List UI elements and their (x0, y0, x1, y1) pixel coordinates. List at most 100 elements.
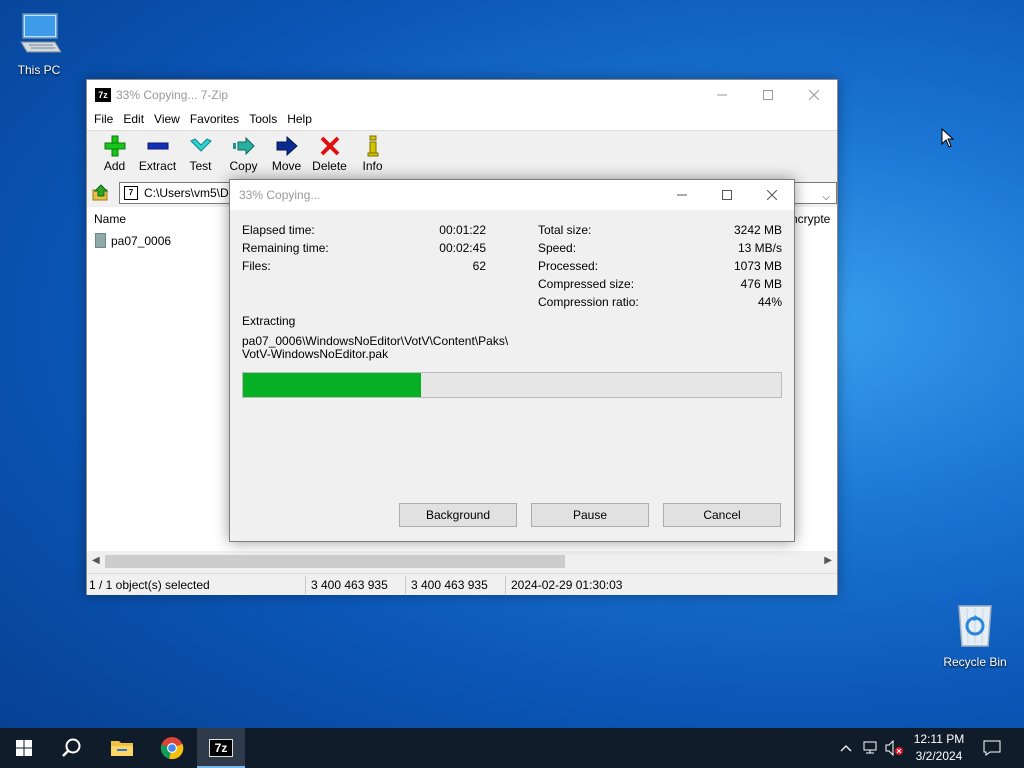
window-title: 33% Copying... 7-Zip (116, 88, 229, 102)
extract-button[interactable]: Extract (136, 131, 179, 177)
dialog-title-bar[interactable]: 33% Copying... (230, 180, 794, 210)
status-separator (305, 576, 306, 594)
add-button[interactable]: Add (93, 131, 136, 177)
chevron-down-icon (189, 138, 212, 152)
elapsed-value: 00:01:22 (439, 223, 486, 237)
maximize-button[interactable] (745, 80, 791, 110)
copy-arrow-icon (232, 136, 255, 156)
menu-file[interactable]: File (89, 110, 118, 130)
tray-show-hidden[interactable] (836, 728, 856, 768)
menu-tools[interactable]: Tools (244, 110, 282, 130)
taskbar-chrome[interactable] (148, 728, 196, 768)
status-separator (405, 576, 406, 594)
test-label: Test (189, 159, 212, 173)
delete-button[interactable]: Delete (308, 131, 351, 177)
scrollbar-thumb[interactable] (105, 555, 565, 568)
move-label: Move (271, 159, 302, 173)
file-icon (95, 233, 106, 248)
network-icon (863, 741, 877, 754)
copy-button[interactable]: Copy (222, 131, 265, 177)
folder-icon (111, 741, 133, 756)
maximize-icon (763, 90, 773, 100)
info-label: Info (362, 159, 383, 173)
tray-network[interactable] (860, 728, 882, 768)
desktop-icon-this-pc[interactable]: This PC (0, 10, 78, 77)
column-name[interactable]: Name (94, 212, 126, 226)
file-name: pa07_0006 (111, 234, 172, 248)
progress-bar (242, 372, 782, 398)
scroll-right-icon[interactable]: ▶ (824, 555, 832, 566)
mouse-cursor-icon (941, 128, 955, 148)
status-modified: 2024-02-29 01:30:03 (511, 578, 623, 592)
processed-value: 1073 MB (733, 259, 782, 273)
compression-ratio-label: Compression ratio: (538, 295, 639, 309)
sevenzip-taskbar-icon: 7z (209, 739, 233, 757)
move-button[interactable]: Move (265, 131, 308, 177)
speed-value: 13 MB/s (737, 241, 782, 255)
dialog-maximize-button[interactable] (704, 180, 749, 210)
horizontal-scrollbar[interactable]: ◀ ▶ (87, 553, 837, 570)
copy-label: Copy (229, 159, 258, 173)
status-packed-size: 3 400 463 935 (411, 578, 488, 592)
files-value: 62 (472, 259, 486, 273)
info-button[interactable]: Info (351, 131, 394, 177)
scroll-left-icon[interactable]: ◀ (92, 555, 100, 566)
compressed-size-value: 476 MB (740, 277, 782, 291)
files-label: Files: (242, 259, 271, 273)
clock-date: 3/2/2024 (915, 749, 963, 763)
address-text: C:\Users\vm5\De (144, 186, 236, 200)
speed-label: Speed: (538, 241, 577, 255)
minimize-icon (717, 94, 727, 96)
notification-icon (983, 740, 1001, 756)
delete-label: Delete (312, 159, 347, 173)
close-button[interactable] (791, 80, 837, 110)
taskbar-file-explorer[interactable] (98, 728, 146, 768)
cancel-button[interactable]: Cancel (663, 503, 781, 527)
chevron-up-icon (840, 745, 852, 752)
info-icon (367, 135, 378, 157)
compression-ratio-value: 44% (757, 295, 782, 309)
elapsed-label: Elapsed time: (242, 223, 315, 237)
dialog-title: 33% Copying... (239, 188, 321, 202)
status-selection: 1 / 1 object(s) selected (89, 578, 210, 592)
delete-x-icon (320, 136, 339, 156)
tray-volume[interactable] (883, 728, 905, 768)
total-size-value: 3242 MB (733, 223, 782, 237)
minimize-button[interactable] (699, 80, 745, 110)
current-path-line1: pa07_0006\WindowsNoEditor\VotV\Content\P… (242, 334, 509, 348)
system-clock[interactable]: 12:11 PM 3/2/2024 (904, 731, 974, 765)
total-size-label: Total size: (538, 223, 592, 237)
search-button[interactable] (48, 728, 96, 768)
maximize-icon (721, 190, 732, 200)
processed-label: Processed: (538, 259, 599, 273)
progress-bar-fill (243, 373, 421, 397)
start-button[interactable] (0, 728, 48, 768)
pause-button[interactable]: Pause (531, 503, 649, 527)
action-label: Extracting (242, 314, 296, 328)
menu-edit[interactable]: Edit (118, 110, 149, 130)
dialog-close-button[interactable] (749, 180, 794, 210)
test-button[interactable]: Test (179, 131, 222, 177)
windows-logo-icon (16, 740, 32, 756)
toolbar: Add Extract Test Copy Move Delete Info (87, 130, 837, 178)
minus-icon (147, 142, 168, 150)
move-arrow-icon (276, 135, 298, 157)
chevron-down-icon[interactable]: ⌵ (822, 188, 830, 203)
title-bar[interactable]: 7z 33% Copying... 7-Zip (87, 80, 837, 110)
menu-help[interactable]: Help (282, 110, 317, 130)
extract-label: Extract (138, 159, 177, 173)
column-encrypted[interactable]: ncrypte (791, 212, 830, 226)
status-size: 3 400 463 935 (311, 578, 388, 592)
compressed-size-label: Compressed size: (538, 277, 635, 291)
menu-view[interactable]: View (149, 110, 185, 130)
sevenzip-app-icon: 7z (95, 88, 111, 102)
folder-up-icon[interactable] (92, 184, 110, 202)
taskbar-7zip[interactable]: 7z (197, 728, 245, 768)
remaining-value: 00:02:45 (439, 241, 486, 255)
status-separator (505, 576, 506, 594)
dialog-minimize-button[interactable] (659, 180, 704, 210)
notification-center-button[interactable] (978, 728, 1006, 768)
background-button[interactable]: Background (399, 503, 517, 527)
menu-favorites[interactable]: Favorites (185, 110, 244, 130)
desktop-icon-recycle-bin[interactable]: Recycle Bin (936, 602, 1014, 669)
